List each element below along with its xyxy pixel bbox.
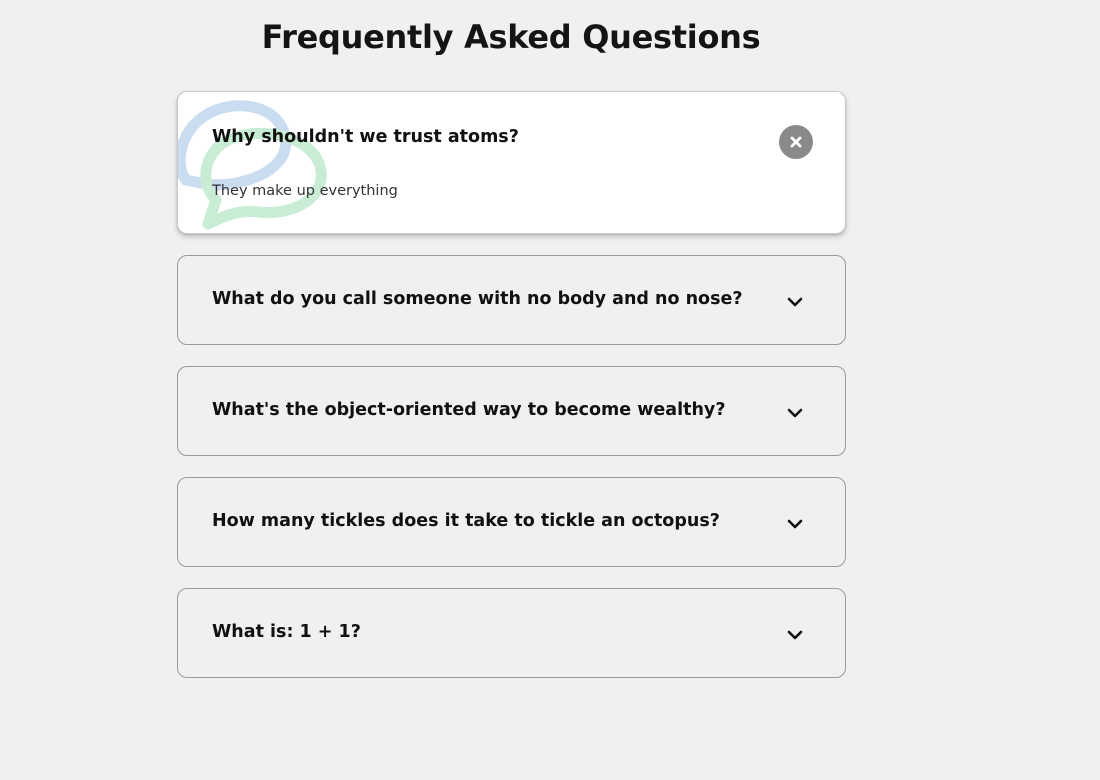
faq-question: What's the object-oriented way to become… (212, 400, 726, 420)
faq-list: Why shouldn't we trust atoms? They make … (177, 91, 846, 678)
faq-question: Why shouldn't we trust atoms? (212, 127, 519, 147)
faq-page: Frequently Asked Questions Why shouldn't… (0, 0, 1100, 780)
page-title: Frequently Asked Questions (261, 18, 761, 56)
faq-item[interactable]: What do you call someone with no body an… (177, 255, 846, 345)
chevron-down-icon[interactable] (783, 512, 807, 536)
faq-item[interactable]: How many tickles does it take to tickle … (177, 477, 846, 567)
faq-question: What do you call someone with no body an… (212, 289, 743, 309)
faq-item[interactable]: What's the object-oriented way to become… (177, 366, 846, 456)
faq-item[interactable]: Why shouldn't we trust atoms? They make … (177, 91, 846, 234)
chevron-down-icon[interactable] (783, 623, 807, 647)
faq-question: How many tickles does it take to tickle … (212, 511, 720, 531)
close-icon[interactable] (779, 125, 813, 159)
chevron-down-icon[interactable] (783, 290, 807, 314)
speech-bubbles-icon (178, 100, 327, 230)
faq-item[interactable]: What is: 1 + 1? (177, 588, 846, 678)
chevron-down-icon[interactable] (783, 401, 807, 425)
faq-answer: They make up everything (212, 183, 398, 199)
faq-question: What is: 1 + 1? (212, 622, 361, 642)
